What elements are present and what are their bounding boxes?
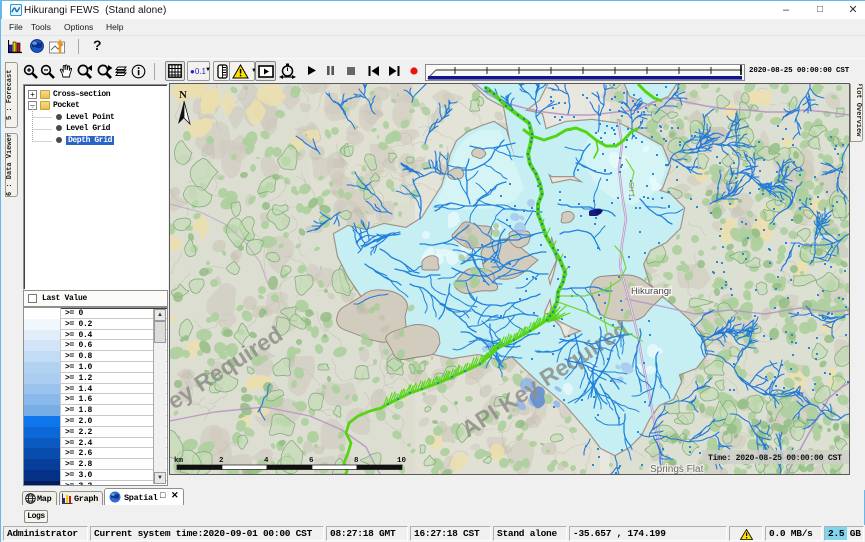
svg-text:4: 4 [264,457,269,465]
svg-text:Time: 2020-08-25 00:00:00 CST: Time: 2020-08-25 00:00:00 CST [708,453,842,463]
svg-text:SH 1: SH 1 [627,182,634,198]
svg-text:N: N [179,89,187,101]
svg-text:Springs Flat: Springs Flat [650,464,704,474]
svg-text:2: 2 [219,457,224,465]
svg-text:km: km [174,457,184,465]
svg-text:8: 8 [354,457,359,465]
svg-text:6: 6 [309,457,314,465]
svg-text:Hikurangi: Hikurangi [631,286,671,297]
svg-text:10: 10 [397,457,407,465]
